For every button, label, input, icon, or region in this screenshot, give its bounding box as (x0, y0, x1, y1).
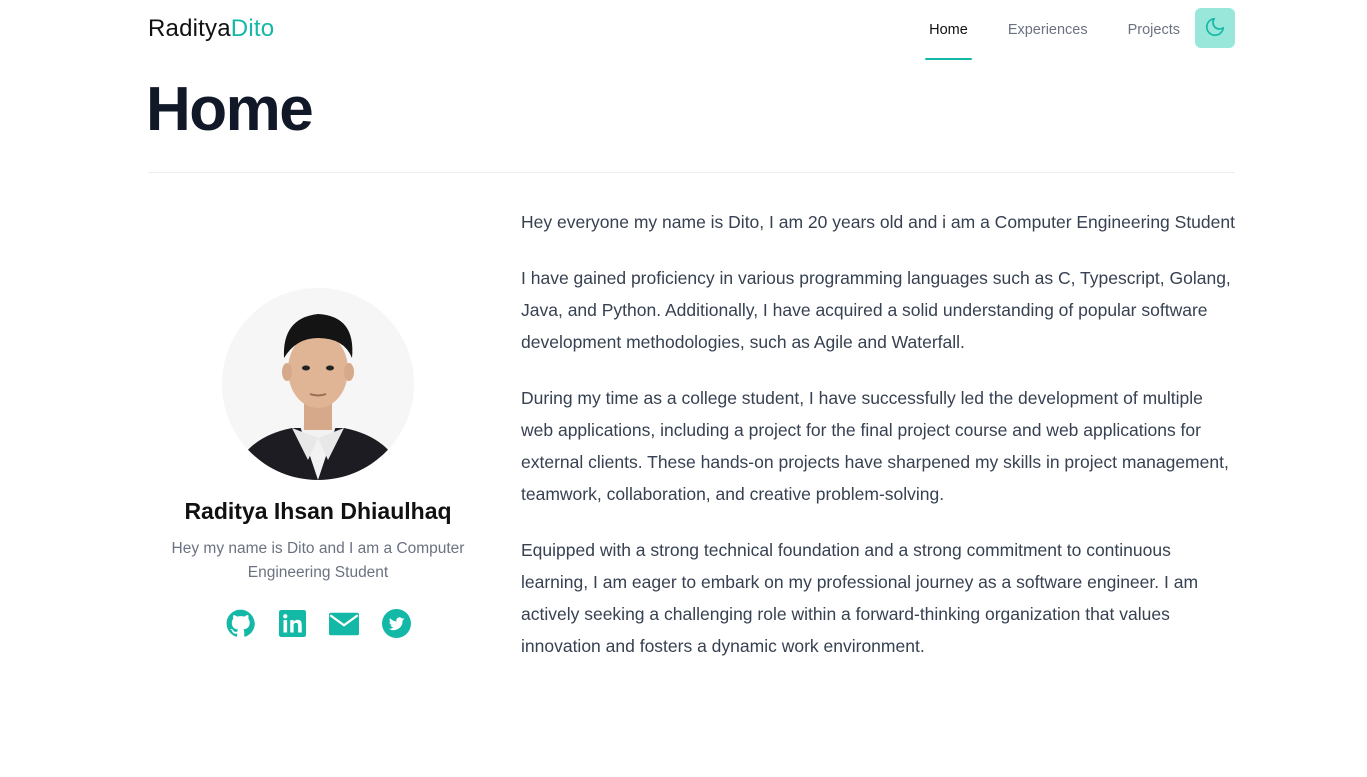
about-paragraph: I have gained proficiency in various pro… (521, 268, 1231, 352)
github-link[interactable] (225, 609, 255, 643)
nav-link-experiences[interactable]: Experiences (1008, 0, 1088, 60)
about-paragraph: During my time as a college student, I h… (521, 388, 1229, 504)
top-navbar: RadityaDito Home Experiences Projects (0, 0, 1367, 60)
page-title: Home (146, 75, 314, 144)
site-logo[interactable]: RadityaDito (148, 15, 274, 43)
avatar (222, 288, 414, 480)
linkedin-link[interactable] (277, 610, 307, 642)
github-icon (226, 609, 255, 643)
nav-link-projects[interactable]: Projects (1128, 0, 1180, 60)
mail-icon (329, 611, 359, 642)
about-paragraph: Hey everyone my name is Dito, I am 20 ye… (521, 212, 1235, 232)
logo-primary-text: Raditya (148, 15, 231, 42)
logo-accent-text: Dito (230, 15, 275, 42)
about-section: Hey everyone my name is Dito, I am 20 ye… (521, 206, 1235, 686)
nav-links: Home Experiences Projects (889, 0, 1180, 60)
moon-icon (1204, 16, 1226, 41)
about-paragraph: Equipped with a strong technical foundat… (521, 540, 1199, 656)
twitter-link[interactable] (381, 609, 411, 643)
profile-tagline: Hey my name is Dito and I am a Computer … (171, 540, 465, 581)
theme-toggle-button[interactable] (1195, 8, 1235, 48)
title-divider (148, 172, 1235, 173)
nav-link-home[interactable]: Home (925, 0, 972, 60)
twitter-icon (381, 609, 411, 643)
email-link[interactable] (329, 611, 359, 641)
profile-card: Raditya Ihsan Dhiaulhaq Hey my name is D… (148, 288, 488, 641)
social-links (148, 609, 488, 643)
profile-name: Raditya Ihsan Dhiaulhaq (184, 498, 452, 524)
linkedin-icon (278, 610, 306, 642)
